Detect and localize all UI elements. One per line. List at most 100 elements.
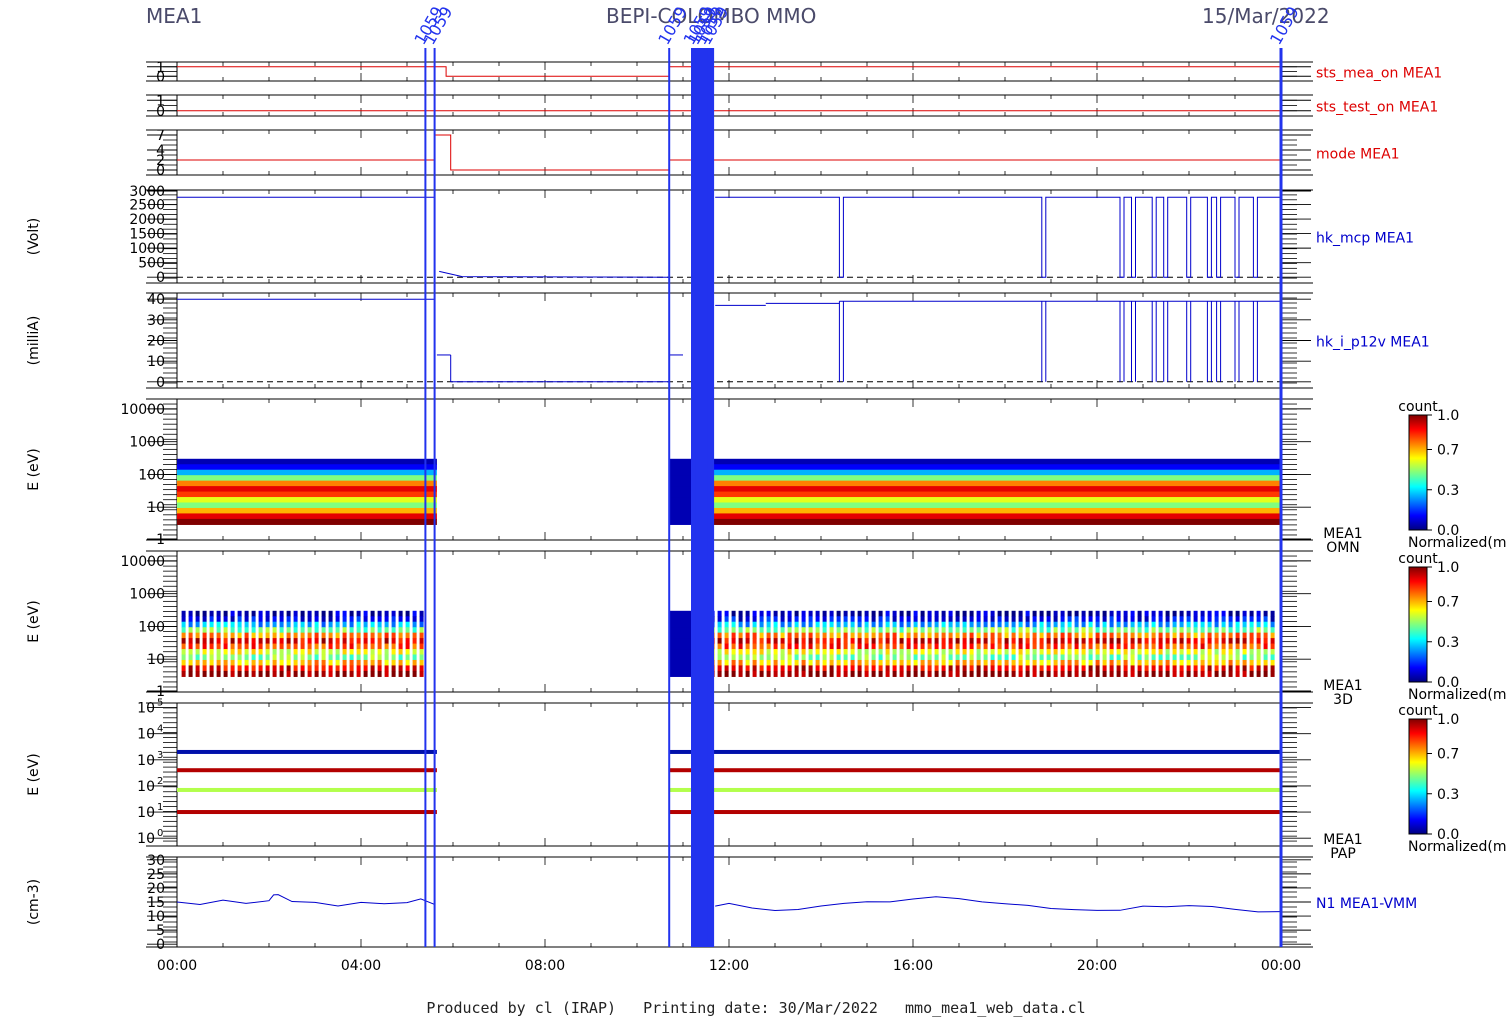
heat-cell (1018, 670, 1023, 677)
heat-cell (808, 632, 813, 639)
heat-cell (356, 627, 361, 634)
heat-cell (216, 643, 221, 650)
heat-cell (1228, 627, 1233, 634)
y-tick-label: 10 (137, 701, 155, 717)
heat-cell (787, 638, 792, 645)
heat-cell (1158, 643, 1163, 650)
heat-cell (1032, 616, 1037, 623)
heat-cell (1095, 638, 1100, 645)
heat-cell (1123, 621, 1128, 628)
heat-cell (983, 659, 988, 667)
heat-cell (349, 621, 354, 628)
heat-cell (1186, 610, 1191, 617)
heat-cell (878, 621, 883, 628)
heat-cell (1011, 665, 1016, 672)
heat-cell (181, 665, 186, 672)
heat-cell (265, 632, 270, 639)
heat-cell (1088, 610, 1093, 617)
heat-cell (1102, 665, 1107, 672)
heat-cell (976, 654, 981, 661)
heat-cell (766, 659, 771, 667)
colorbar-title: count (1398, 703, 1438, 719)
heat-cell (752, 627, 757, 634)
heat-cell (1011, 632, 1016, 639)
heat-cell (300, 670, 305, 677)
heat-cell (223, 659, 228, 667)
heat-cell (1179, 638, 1184, 645)
heat-cell (1200, 670, 1205, 677)
heat-cell (829, 649, 834, 656)
heat-cell (286, 627, 291, 634)
heat-cell (927, 670, 932, 677)
heat-cell (997, 665, 1002, 672)
heat-cell (850, 616, 855, 623)
colorbar-tick-label: 1.0 (1437, 560, 1459, 576)
heat-cell (1137, 654, 1142, 661)
heat-cell (759, 610, 764, 617)
heat-cell (223, 643, 228, 650)
heat-cell (1102, 621, 1107, 628)
heat-cell (209, 665, 214, 672)
heat-cell (1256, 610, 1261, 617)
heat-cell (808, 659, 813, 667)
heat-cell (188, 632, 193, 639)
heat-cell (1270, 610, 1275, 617)
heat-cell (1249, 670, 1254, 677)
heat-cell (195, 610, 200, 617)
heat-cell (983, 649, 988, 656)
heat-cell (1046, 654, 1051, 661)
y-axis-label: E (eV) (26, 600, 42, 642)
y-axis-label: E (eV) (26, 448, 42, 490)
heat-cell (1137, 627, 1142, 634)
colorbar (1408, 718, 1428, 835)
heat-cell (384, 649, 389, 656)
heat-cell (314, 621, 319, 628)
heat-cell (209, 659, 214, 667)
heat-row (710, 464, 1281, 471)
heat-cell (1123, 616, 1128, 623)
heat-cell (1074, 654, 1079, 661)
heat-cell (398, 621, 403, 628)
heat-cell (997, 638, 1002, 645)
heat-cell (857, 610, 862, 617)
heat-cell (836, 665, 841, 672)
heat-cell (251, 643, 256, 650)
heat-cell (920, 616, 925, 623)
heat-cell (892, 659, 897, 667)
heat-cell (794, 643, 799, 650)
heat-cell (328, 649, 333, 656)
heat-cell (766, 643, 771, 650)
heat-cell (1144, 638, 1149, 645)
heat-cell (969, 670, 974, 677)
heat-cell (1221, 632, 1226, 639)
heat-cell (209, 649, 214, 656)
heat-cell (405, 670, 410, 677)
heat-cell (801, 627, 806, 634)
heat-cell (962, 627, 967, 634)
heat-cell (1165, 610, 1170, 617)
heat-cell (787, 670, 792, 677)
heat-cell (363, 621, 368, 628)
heat-cell (983, 610, 988, 617)
heat-cell (927, 665, 932, 672)
y-tick-label: 0 (156, 104, 165, 120)
heat-cell (787, 610, 792, 617)
heat-cell (1018, 621, 1023, 628)
heat-cell (1179, 643, 1184, 650)
heat-cell (1081, 649, 1086, 656)
heat-cell (773, 665, 778, 672)
heat-cell (934, 632, 939, 639)
heat-cell (822, 670, 827, 677)
heat-cell (237, 616, 242, 623)
x-tick-label: 00:00 (1261, 958, 1301, 974)
heat-cell (1130, 649, 1135, 656)
heat-cell (997, 670, 1002, 677)
heat-cell (1018, 659, 1023, 667)
heat-cell (1165, 621, 1170, 628)
heat-cell (412, 643, 417, 650)
heat-cell (377, 621, 382, 628)
heat-cell (822, 610, 827, 617)
heat-cell (216, 659, 221, 667)
heat-cell (948, 670, 953, 677)
heat-cell (1214, 659, 1219, 667)
